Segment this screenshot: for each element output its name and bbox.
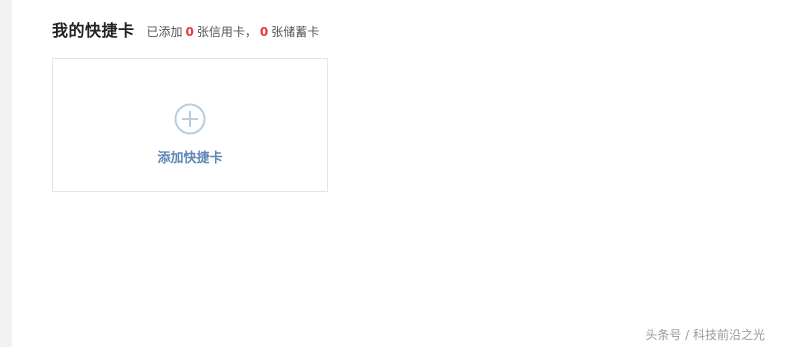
page-title: 我的快捷卡 (52, 21, 135, 40)
credit-card-label: 张信用卡， (196, 25, 257, 39)
section-header: 我的快捷卡 已添加 0 张信用卡， 0 张储蓄卡 (52, 17, 319, 41)
left-strip (0, 0, 12, 347)
plus-circle-icon (174, 103, 206, 135)
debit-card-count: 0 (259, 25, 269, 39)
add-quick-card-label: 添加快捷卡 (157, 151, 223, 166)
watermark: 头条号 / 科技前沿之光 (645, 328, 765, 342)
debit-card-label: 张储蓄卡 (271, 25, 320, 39)
add-quick-card-button[interactable]: 添加快捷卡 (52, 58, 328, 192)
page: 我的快捷卡 已添加 0 张信用卡， 0 张储蓄卡 添加快捷卡 头条号 / 科技前沿之光 (0, 0, 787, 347)
added-prefix: 已添加 (146, 25, 183, 39)
credit-card-count: 0 (185, 25, 194, 39)
card-summary: 已添加 0 张信用卡， 0 张储蓄卡 (147, 23, 320, 40)
